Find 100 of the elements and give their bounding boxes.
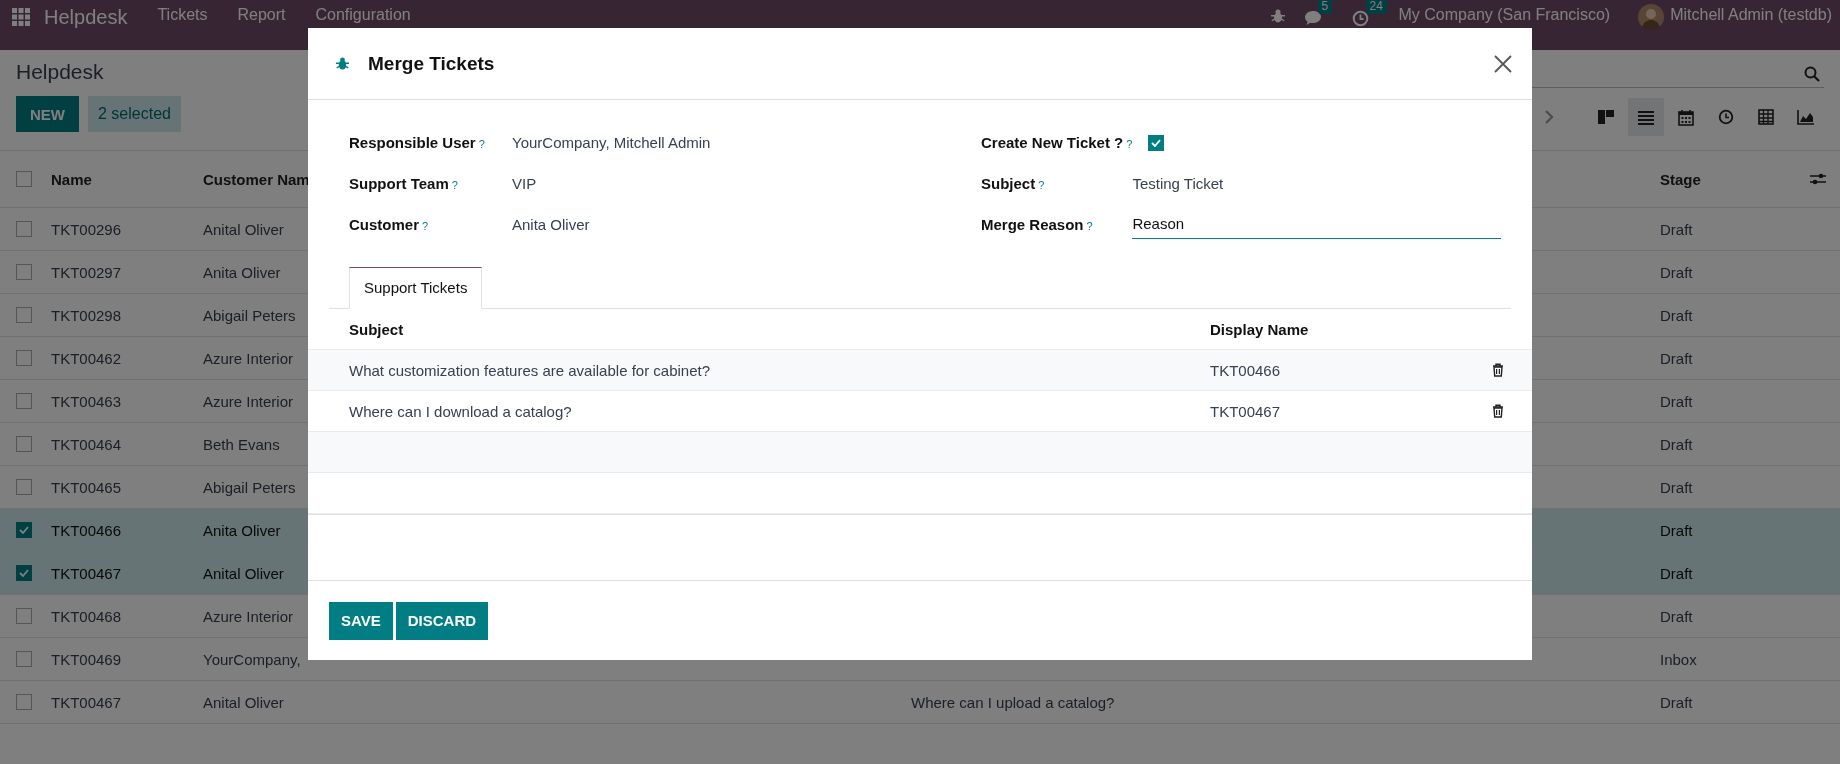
table-cell: Draft	[1660, 220, 1693, 238]
grid-table-icon	[1758, 109, 1774, 125]
table-cell: Azure Interior	[203, 607, 294, 625]
table-cell: TKT00465	[51, 478, 122, 496]
table-cell-text: TKT00467	[1210, 402, 1282, 420]
discard-button[interactable]: DISCARD	[395, 601, 489, 640]
search-icon[interactable]	[1804, 65, 1820, 82]
table-cell: Beth Evans	[203, 435, 280, 453]
calendar-icon	[1678, 108, 1694, 126]
help-tooltip[interactable]: ?	[478, 139, 485, 150]
app-name[interactable]: Helpdesk	[44, 6, 128, 28]
table-cell-text: What customization features are available for cabinet?	[349, 361, 712, 379]
help-tooltip[interactable]: ?	[1086, 221, 1093, 232]
help-tooltip[interactable]: ?	[451, 180, 458, 191]
table-row[interactable]: What customization features are available for cabinet? TKT00466	[308, 350, 1532, 391]
checkmark-icon	[19, 569, 29, 577]
row-checkbox[interactable]	[16, 436, 32, 452]
help-tooltip[interactable]: ?	[1038, 180, 1045, 191]
table-cell: Draft	[1660, 349, 1693, 367]
column-header: Subject	[349, 320, 405, 338]
apps-menu-icon[interactable]	[12, 8, 30, 26]
table-cell: Draft	[1660, 435, 1693, 453]
area-chart-icon	[1797, 109, 1815, 125]
column-settings-icon[interactable]	[1810, 172, 1826, 186]
table-cell: TKT00467	[51, 693, 122, 711]
row-checkbox[interactable]	[16, 479, 32, 495]
table-cell: Anita Oliver	[203, 521, 281, 539]
avatar-icon[interactable]	[1638, 4, 1665, 30]
menu-item[interactable]: Configuration	[315, 6, 411, 24]
table-cell: Anita Oliver	[203, 263, 281, 281]
field-label: Support Team	[349, 174, 449, 194]
column-header: Display Name	[1210, 320, 1310, 338]
row-checkbox[interactable]	[16, 264, 32, 280]
new-button[interactable]: NEW	[16, 96, 79, 132]
table-cell: Anital Oliver	[203, 220, 284, 238]
trash-icon[interactable]	[1492, 363, 1504, 377]
selection-count[interactable]: 2 selected	[88, 96, 181, 132]
table-cell: Draft	[1660, 263, 1693, 281]
close-icon[interactable]	[1494, 54, 1512, 73]
field-value: Anita Oliver	[512, 215, 591, 235]
clock-icon	[1718, 109, 1734, 125]
field-label: Create New Ticket ?	[981, 133, 1124, 153]
company-switcher[interactable]: My Company (San Francisco)	[1398, 6, 1611, 24]
table-cell: Draft	[1660, 607, 1693, 625]
create-ticket-checkbox[interactable]	[1148, 134, 1165, 151]
table-cell: Inbox	[1660, 650, 1697, 668]
row-checkbox[interactable]	[16, 393, 32, 409]
help-tooltip[interactable]: ?	[422, 221, 429, 232]
table-cell: Draft	[1660, 564, 1693, 582]
field-value: YourCompany, Mitchell Admin	[512, 133, 712, 153]
row-checkbox[interactable]	[16, 221, 32, 237]
table-cell-text: TKT00466	[1210, 361, 1282, 379]
table-cell: Draft	[1660, 693, 1693, 711]
table-cell: Draft	[1660, 306, 1693, 324]
table-cell: TKT00466	[51, 521, 122, 539]
list-view-button[interactable]	[1628, 98, 1664, 136]
row-checkbox[interactable]	[16, 565, 32, 581]
activity-count-badge: 24	[1365, 0, 1387, 14]
table-cell: Abigail Peters	[203, 306, 296, 324]
field-label: Responsible User	[349, 133, 476, 153]
chat-icon[interactable]	[1303, 10, 1322, 26]
row-checkbox[interactable]	[16, 522, 32, 538]
table-cell: TKT00468	[51, 607, 122, 625]
list-icon	[1637, 109, 1655, 125]
row-checkbox[interactable]	[16, 694, 32, 710]
column-header[interactable]: Stage	[1660, 170, 1840, 188]
tab[interactable]: Support Tickets	[349, 267, 483, 309]
bug-icon[interactable]	[1269, 8, 1286, 24]
message-count-badge: 5	[1317, 0, 1333, 14]
table-cell: Draft	[1660, 521, 1693, 539]
help-tooltip[interactable]: ?	[1126, 139, 1133, 150]
table-cell: TKT00464	[51, 435, 122, 453]
checkmark-icon	[1151, 138, 1162, 147]
table-cell: TKT00296	[51, 220, 122, 238]
column-header[interactable]: Name	[51, 170, 203, 188]
field-value: Testing Ticket	[1132, 174, 1224, 194]
table-cell: Where can I upload a catalog?	[911, 693, 1115, 711]
clock-icon[interactable]	[1351, 10, 1369, 27]
table-cell: YourCompany,	[203, 650, 301, 668]
field-value: VIP	[512, 174, 538, 194]
row-checkbox[interactable]	[16, 651, 32, 667]
next-page-icon[interactable]	[1544, 109, 1554, 125]
save-button[interactable]: SAVE	[329, 601, 393, 640]
row-checkbox[interactable]	[16, 307, 32, 323]
input-field[interactable]: Reason	[1132, 210, 1502, 239]
row-checkbox[interactable]	[16, 608, 32, 624]
table-row[interactable]: TKT00467 Anital Oliver Where can I upload a catalog? Draft	[0, 681, 1840, 724]
table-cell-text: Where can I download a catalog?	[349, 402, 573, 420]
table-cell: TKT00298	[51, 306, 122, 324]
row-checkbox[interactable]	[16, 350, 32, 366]
table-cell: TKT00469	[51, 650, 122, 668]
menu-item[interactable]: Report	[237, 6, 286, 24]
select-all-checkbox[interactable]	[16, 171, 32, 187]
table-cell: TKT00462	[51, 349, 122, 367]
table-cell: Anital Oliver	[203, 564, 284, 582]
table-cell: Azure Interior	[203, 392, 294, 410]
menu-item[interactable]: Tickets	[157, 6, 208, 24]
trash-icon[interactable]	[1492, 404, 1504, 418]
table-cell: Abigail Peters	[203, 478, 296, 496]
user-menu[interactable]: Mitchell Admin (testdb)	[1670, 6, 1832, 24]
